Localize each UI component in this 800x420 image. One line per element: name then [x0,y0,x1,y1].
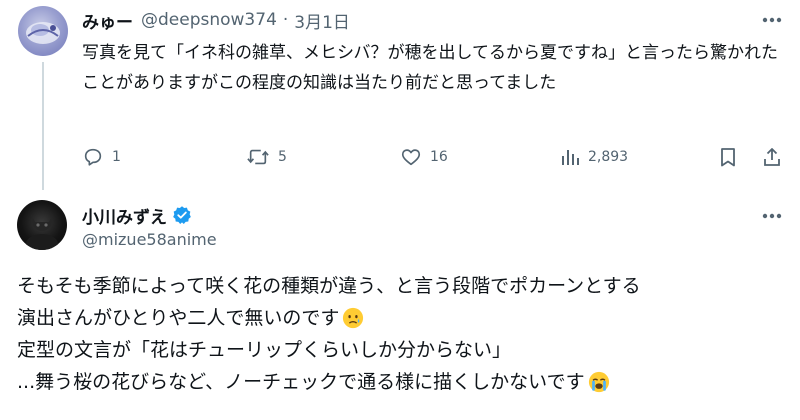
bookmark-button[interactable] [718,142,746,172]
author-handle[interactable]: @mizue58anime [82,230,217,249]
tweet-text: 写真を見て「イネ科の雑草、メヒシバ？が穂を出してるから夏ですね」と言ったら驚かれ… [82,43,778,93]
tweet-text: そもそも季節によって咲く花の種類が違う、と言う段階でポカーンとする 演出さんがひ… [17,270,787,398]
tweet-text-line: 定型の文言が「花はチューリップくらいしか分からない」 [17,334,787,366]
action-bar: 1 5 16 2,893 [82,142,782,172]
tweet-header: みゅー @deepsnow374 · 3月1日 [82,7,350,33]
more-icon [762,17,782,23]
reply-button[interactable]: 1 [82,142,121,172]
reply-icon [84,148,102,166]
tweet-text-line: そもそも季節によって咲く花の種類が違う、と言う段階でポカーンとする [17,270,787,302]
tweet-text-line-2: 演出さんがひとりや二人で無いのです [17,307,340,329]
bookmark-icon [721,148,735,167]
tweet-text-line: 演出さんがひとりや二人で無いのです [17,302,787,334]
author-name[interactable]: 小川みずえ [82,203,167,228]
thread-line [42,62,44,190]
more-icon [762,213,782,219]
tweet-text-line: ...舞う桜の花びらなど、ノーチェックで通る様に描くしかないです [17,366,787,398]
crying-emoji [588,371,609,393]
repost-count: 5 [278,149,287,165]
avatar[interactable] [17,200,67,250]
avatar-image [26,214,58,250]
repost-button[interactable]: 5 [246,142,287,172]
more-options-button[interactable] [758,206,786,226]
tweet-text-line-3: 定型の文言が「花はチューリップくらいしか分からない」 [17,339,512,361]
share-icon [764,148,780,166]
more-options-button[interactable] [758,10,786,30]
parent-tweet[interactable]: みゅー @deepsnow374 · 3月1日 写真を見て「イネ科の雑草、メヒシ… [0,0,800,190]
tweet-text-line-1: そもそも季節によって咲く花の種類が違う、と言う段階でポカーンとする [17,275,641,297]
reply-count: 1 [112,149,121,165]
views-count: 2,893 [588,149,629,165]
like-button[interactable]: 16 [400,142,448,172]
sad-emoji [343,307,364,329]
verified-badge-icon[interactable] [172,205,192,225]
author-handle[interactable]: @deepsnow374 [141,10,277,30]
avatar[interactable] [18,6,68,56]
author-name[interactable]: みゅー [82,8,133,33]
separator-dot: · [282,10,289,30]
views-icon [562,150,579,165]
share-button[interactable] [762,142,790,172]
author-name-row: 小川みずえ [82,203,192,228]
tweet-text-line-4: ...舞う桜の花びらなど、ノーチェックで通る様に描くしかないです [17,371,585,393]
views-button[interactable]: 2,893 [560,142,628,172]
tweet-date[interactable]: 3月1日 [294,8,350,33]
repost-icon [247,149,269,165]
avatar-image [26,22,60,44]
like-count: 16 [430,149,448,165]
like-icon [401,149,421,166]
